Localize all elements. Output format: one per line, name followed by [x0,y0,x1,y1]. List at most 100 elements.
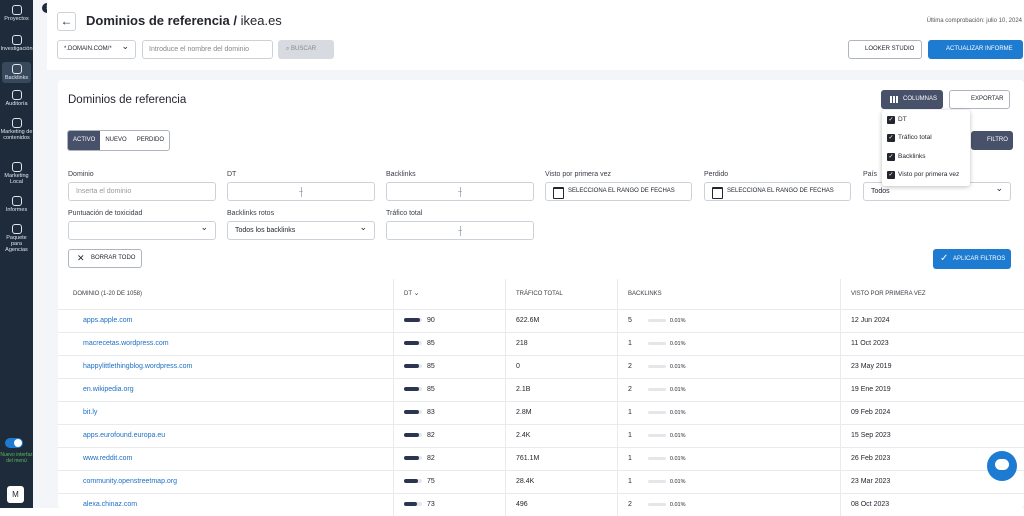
first-seen-cell: 11 Oct 2023 [840,333,1024,355]
reports-icon [11,196,22,206]
broken-backlinks-filter-label: Backlinks rotos [227,210,275,217]
table-row: happylittlethingblog.wordpress.com 85 0 2 0.… [58,355,1024,378]
domain-filter-label: Dominio [68,171,94,178]
backlinks-cell: 1 0.01% [617,471,840,493]
dt-value: 82 [427,455,435,462]
dt-cell: 85 [393,333,505,355]
percent-value: 0.01% [669,364,686,370]
export-button[interactable]: EXPORTAR [949,90,1010,109]
dt-value: 82 [427,432,435,439]
broken-backlinks-select[interactable]: Todos los backlinks [227,219,375,240]
back-button[interactable]: ← [57,12,76,31]
filter-button[interactable]: FILTRO [971,131,1013,150]
percent-value: 0.01% [669,410,686,416]
percent-value: 0.01% [669,433,686,439]
first-seen-date-picker[interactable]: SELECCIONA EL RANGO DE FECHAS [545,182,692,201]
dt-bar [404,479,422,484]
apply-filters-button[interactable]: APLICAR FILTROS [933,249,1011,269]
dt-value: 83 [427,409,435,416]
sidebar-item-backlinks[interactable]: Backlinks [2,62,31,83]
apply-filters-label: APLICAR FILTROS [953,256,1006,262]
domain-link[interactable]: alexa.chinaz.com [58,494,393,516]
percent-bar [647,411,666,415]
sidebar-item-auditoría[interactable]: Auditoría [0,90,33,107]
dt-cell: 85 [393,356,505,378]
content-icon [11,118,22,128]
backlinks-percent: 0.01% [647,387,686,393]
update-button-label: ACTUALIZAR INFORME [946,46,1013,52]
backlinks-cell: 1 0.01% [617,333,840,355]
segment-lost[interactable]: PERDIDO [132,131,169,150]
lost-date-picker[interactable]: SELECCIONA EL RANGO DE FECHAS [704,182,851,201]
domain-link[interactable]: apps.eurofound.europa.eu [58,425,393,447]
domain-link[interactable]: bit.ly [58,402,393,424]
lost-filter-label: Perdido [704,171,729,178]
dt-cell: 82 [393,425,505,447]
percent-value: 0.01% [669,502,686,508]
column-header-traffic[interactable]: TRÁFICO TOTAL [505,279,617,309]
sidebar-item-marketing-local[interactable]: Marketing Local [0,162,33,185]
backlinks-percent: 0.01% [647,341,686,347]
update-report-button[interactable]: ACTUALIZAR INFORME [928,40,1023,59]
column-header-domain[interactable]: DOMINIO (1-20 DE 1058) [58,279,393,309]
dt-bar [404,318,422,323]
dt-range-input[interactable] [227,182,375,201]
domain-link[interactable]: community.openstreetmap.org [58,471,393,493]
table-row: community.openstreetmap.org 75 28.4K 1 0.01%… [58,470,1024,493]
traffic-cell: 2.8M [505,402,617,424]
toxicity-select[interactable] [68,219,216,240]
column-header-first-seen[interactable]: VISTO POR PRIMERA VEZ [840,279,1024,309]
clear-all-button[interactable]: BORRAR TODO [68,249,142,268]
domain-link[interactable]: www.reddit.com [58,448,393,470]
arrow-left-icon: ← [60,14,73,28]
domain-mode-select[interactable]: *.DOMAIN.COM/* [57,38,136,59]
segment-active[interactable]: ACTIVO [68,131,101,150]
research-icon [11,35,22,45]
column-header-dt[interactable]: DT ⌄ [393,279,505,309]
backlinks-value: 1 [628,478,632,485]
domain-link[interactable]: happylittlethingblog.wordpress.com [58,356,393,378]
domain-link[interactable]: en.wikipedia.org [58,379,393,401]
first-seen-filter-label: Visto por primera vez [545,171,612,178]
page-title-text: Dominios de referencia / [86,13,241,28]
segment-new[interactable]: NUEVO [100,131,131,150]
dt-value: 85 [427,363,435,370]
columns-button[interactable]: COLUMNAS [881,90,943,109]
column-option-backlinks[interactable]: Backlinks [887,151,925,163]
looker-studio-button[interactable]: LOOKER STUDIO [848,40,922,59]
backlinks-filter-label: Backlinks [386,171,416,178]
new-menu-toggle[interactable] [5,438,23,448]
sidebar-item-label: Investigación [0,46,33,52]
domain-link[interactable]: apps.apple.com [58,310,393,332]
sidebar-item-investigación[interactable]: Investigación [0,35,33,52]
avatar[interactable]: M [7,486,24,503]
link-icon [11,64,22,74]
domain-filter-input[interactable]: Inserta el dominio [68,182,216,201]
column-option-dt[interactable]: DT [887,114,907,126]
sidebar-item-proyectos[interactable]: Proyectos [0,5,33,22]
backlinks-percent: 0.01% [647,502,686,508]
status-segmented-control: ACTIVO NUEVO PERDIDO [67,130,171,151]
traffic-range-input[interactable] [386,221,534,240]
chat-support-button[interactable] [987,451,1017,481]
dt-cell: 75 [393,471,505,493]
backlinks-range-input[interactable] [386,182,534,201]
traffic-filter-label: Tráfico total [386,210,423,217]
domain-search-input[interactable]: Introduce el nombre del dominio [142,40,273,59]
sidebar-item-informes[interactable]: Informes [0,196,33,213]
sidebar-item-paquete-para-agencias[interactable]: Paquete para Agencias [0,224,33,253]
columns-button-label: COLUMNAS [903,96,938,102]
backlinks-percent: 0.01% [647,410,686,416]
column-option-traffic[interactable]: Tráfico total [887,132,932,144]
column-header-backlinks[interactable]: BACKLINKS [617,279,840,309]
export-button-label: EXPORTAR [971,96,1004,102]
backlinks-value: 2 [628,386,632,393]
dt-bar [404,433,422,438]
domain-link[interactable]: macrecetas.wordpress.com [58,333,393,355]
sidebar-item-marketing-de-contenidos[interactable]: Marketing de contenidos [0,118,33,141]
column-option-first-seen[interactable]: Visto por primera vez [887,169,959,181]
search-button[interactable]: ⌕ BUSCAR [278,40,334,59]
sidebar-item-label: Marketing de contenidos [0,129,33,141]
dt-bar [404,410,422,415]
first-seen-cell: 15 Sep 2023 [840,425,1024,447]
